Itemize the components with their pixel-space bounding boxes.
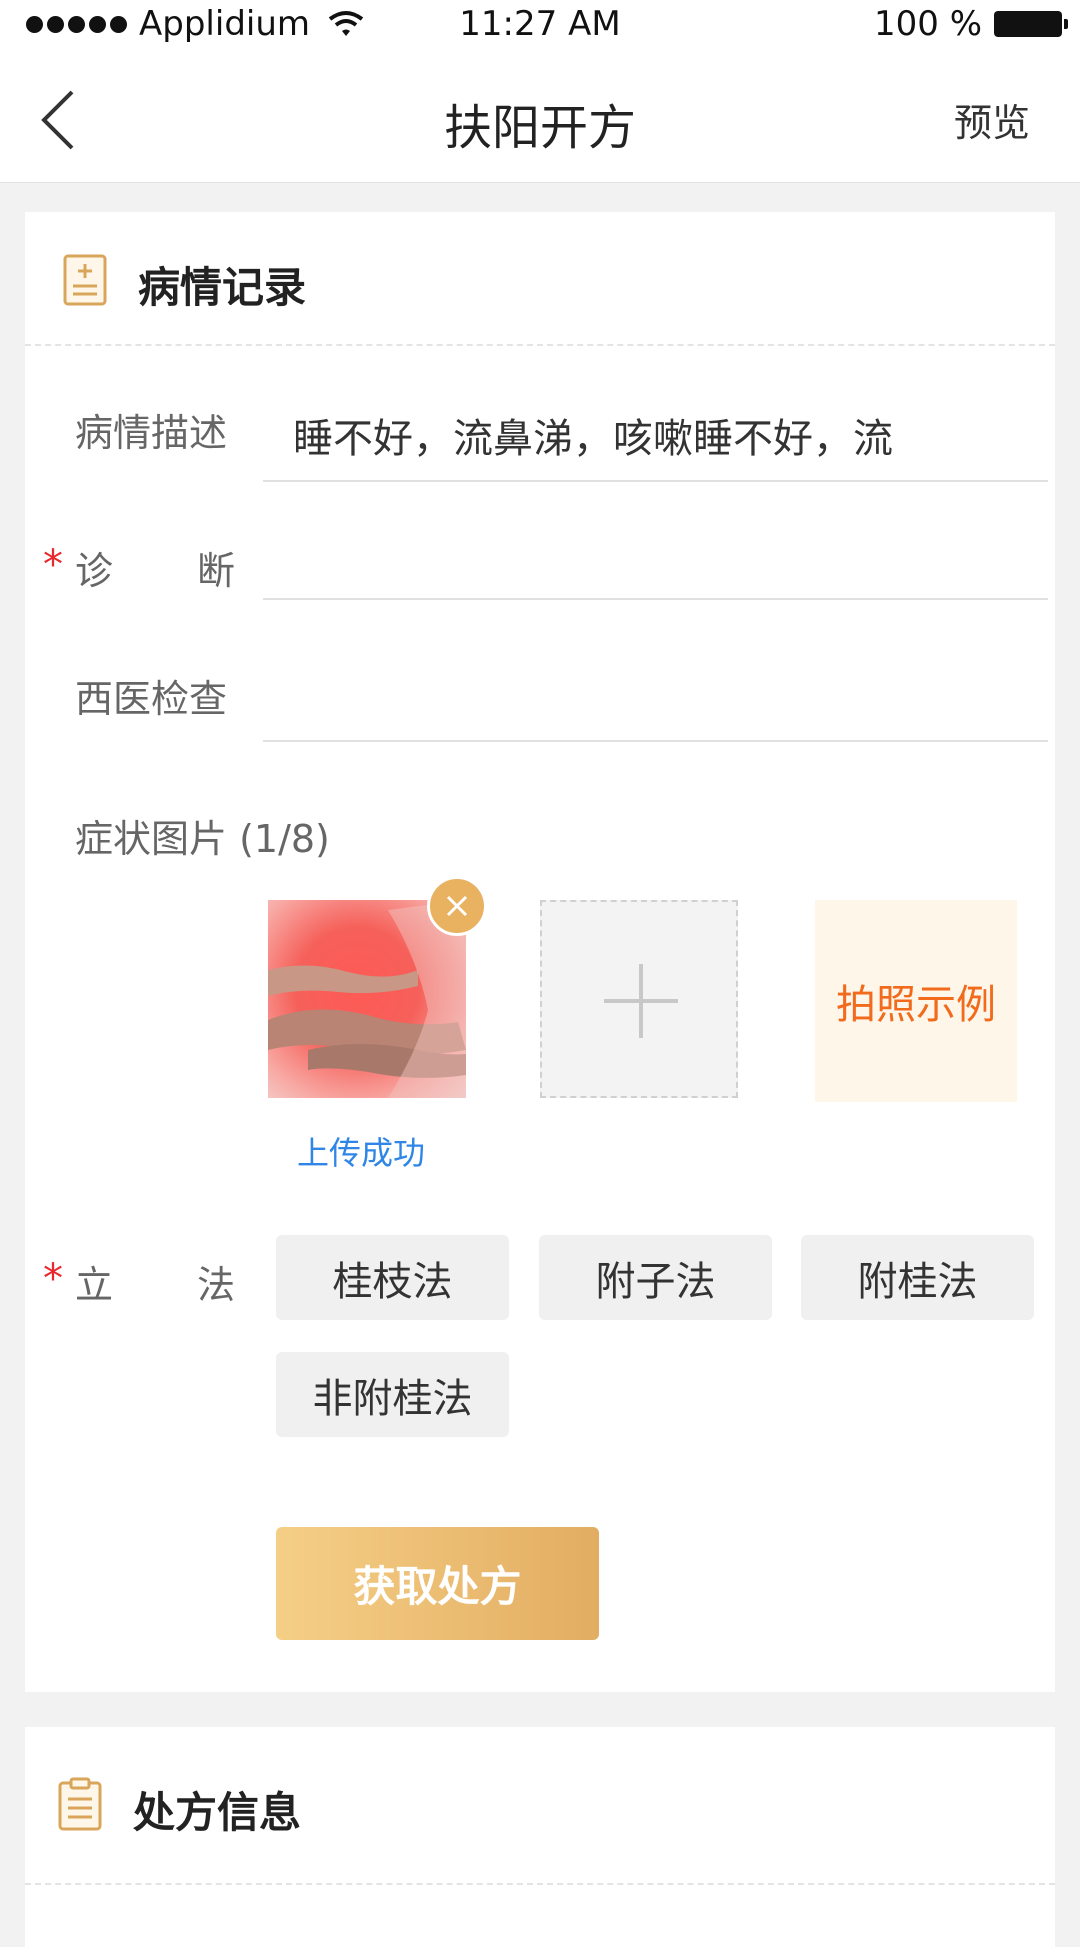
- preview-button[interactable]: 预览: [954, 92, 1030, 147]
- section-title: 病情记录: [138, 263, 307, 312]
- status-bar: Applidium 11:27 AM 100 %: [0, 0, 1080, 52]
- method-option-fuzi[interactable]: 附子法: [539, 1235, 772, 1320]
- medical-record-icon: [63, 254, 107, 310]
- western-exam-label: 西医检查: [75, 677, 228, 721]
- diagnosis-label-a: 诊: [75, 549, 114, 593]
- method-option-guizhi[interactable]: 桂枝法: [276, 1235, 509, 1320]
- description-label: 病情描述: [75, 411, 228, 455]
- method-label-b: 法: [197, 1263, 236, 1307]
- upload-status: 上传成功: [297, 1134, 426, 1172]
- close-icon: [446, 895, 468, 917]
- symptom-photo-thumbnail[interactable]: [268, 900, 466, 1098]
- card-header: 病情记录: [25, 212, 1055, 346]
- battery-percent: 100 %: [873, 4, 982, 44]
- section-title: 处方信息: [133, 1788, 302, 1837]
- photo-example-button[interactable]: 拍照示例: [815, 900, 1017, 1102]
- method-option-fugui[interactable]: 附桂法: [801, 1235, 1034, 1320]
- divider: [263, 598, 1048, 600]
- western-exam-input[interactable]: [293, 670, 1013, 720]
- get-prescription-button[interactable]: 获取处方: [276, 1527, 599, 1640]
- page-title: 扶阳开方: [443, 100, 636, 156]
- divider: [263, 480, 1048, 482]
- symptom-photos-label: 症状图片 (1/8): [75, 817, 330, 861]
- condition-record-card: 病情记录 病情描述 睡不好，流鼻涕，咳嗽睡不好，流 * 诊 断 西医检查 症状图…: [25, 212, 1055, 1692]
- diagnosis-label-b: 断: [197, 549, 236, 593]
- description-input[interactable]: 睡不好，流鼻涕，咳嗽睡不好，流: [293, 406, 1013, 464]
- battery-icon: [994, 11, 1068, 37]
- card-header: 处方信息: [25, 1727, 1055, 1885]
- method-option-feifugui[interactable]: 非附桂法: [276, 1352, 509, 1437]
- diagnosis-input[interactable]: [293, 542, 1013, 592]
- required-mark: *: [43, 1256, 63, 1302]
- add-photo-button[interactable]: [540, 900, 738, 1098]
- nav-bar: 扶阳开方 预览: [0, 52, 1080, 183]
- status-right: 100 %: [873, 4, 1068, 44]
- required-mark: *: [43, 542, 63, 588]
- method-label-a: 立: [75, 1263, 114, 1307]
- prescription-info-card: 处方信息: [25, 1727, 1055, 1947]
- delete-photo-button[interactable]: [427, 876, 487, 936]
- photo-image: [268, 900, 466, 1098]
- divider: [263, 740, 1048, 742]
- clipboard-icon: [57, 1777, 103, 1835]
